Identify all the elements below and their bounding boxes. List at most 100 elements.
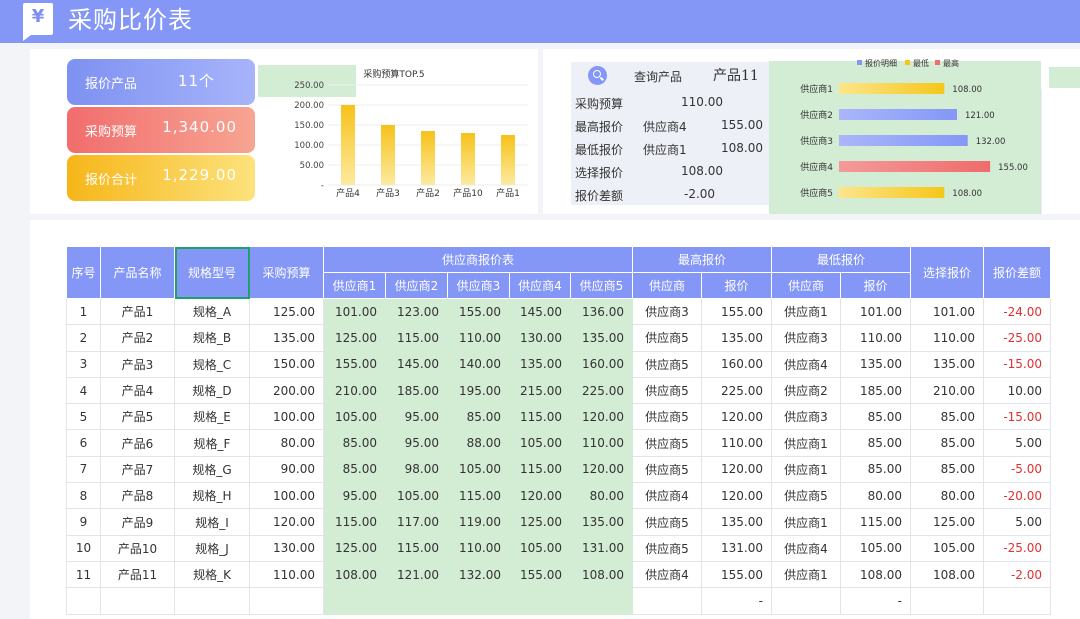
table-cell[interactable] bbox=[249, 587, 324, 615]
table-cell[interactable]: 125.00 bbox=[323, 534, 386, 562]
table-cell[interactable]: 供应商5 bbox=[632, 455, 702, 484]
table-cell[interactable]: 108.00 bbox=[323, 560, 386, 589]
table-cell[interactable]: 供应商2 bbox=[771, 376, 841, 405]
table-cell[interactable]: 规格_E bbox=[174, 403, 250, 431]
table-cell[interactable]: 115.00 bbox=[447, 482, 510, 510]
table-cell[interactable]: 110.00 bbox=[701, 429, 772, 457]
table-cell[interactable]: 供应商3 bbox=[771, 403, 841, 431]
table-cell[interactable]: 规格_B bbox=[174, 324, 250, 352]
table-cell[interactable]: 140.00 bbox=[447, 350, 510, 378]
table-cell[interactable]: 105.00 bbox=[840, 534, 911, 562]
table-cell[interactable]: 10.00 bbox=[983, 376, 1051, 405]
table-cell[interactable]: -25.00 bbox=[983, 534, 1051, 562]
header-min-supplier[interactable]: 供应商 bbox=[771, 272, 841, 299]
table-cell[interactable]: 150.00 bbox=[249, 350, 324, 378]
bar[interactable] bbox=[839, 109, 957, 120]
table-cell[interactable]: 供应商5 bbox=[632, 350, 702, 378]
bar[interactable] bbox=[839, 83, 945, 94]
table-cell[interactable]: 5 bbox=[66, 403, 101, 431]
table-cell[interactable]: 1 bbox=[66, 297, 101, 326]
table-cell[interactable]: 160.00 bbox=[570, 350, 633, 378]
table-cell[interactable]: 155.00 bbox=[701, 560, 772, 589]
table-cell[interactable]: 105.00 bbox=[910, 534, 984, 562]
table-cell[interactable]: 80.00 bbox=[910, 482, 984, 510]
table-cell[interactable]: 105.00 bbox=[323, 403, 386, 431]
table-cell[interactable]: 9 bbox=[66, 508, 101, 536]
table-cell[interactable]: 110.00 bbox=[840, 324, 911, 352]
table-cell[interactable]: 101.00 bbox=[910, 297, 984, 326]
table-cell[interactable]: 135.00 bbox=[910, 350, 984, 378]
table-cell[interactable]: 131.00 bbox=[570, 534, 633, 562]
table-cell[interactable]: 95.00 bbox=[385, 429, 448, 457]
table-cell[interactable]: - bbox=[840, 587, 911, 615]
table-cell[interactable]: 110.00 bbox=[570, 429, 633, 457]
table-cell[interactable]: -15.00 bbox=[983, 350, 1051, 378]
table-cell[interactable]: 125.00 bbox=[910, 508, 984, 536]
header-supplier[interactable]: 供应商3 bbox=[447, 272, 510, 299]
table-cell[interactable]: 85.00 bbox=[910, 455, 984, 484]
table-cell[interactable]: 101.00 bbox=[323, 297, 386, 326]
table-cell[interactable]: 125.00 bbox=[249, 297, 324, 326]
table-cell[interactable]: 100.00 bbox=[249, 482, 324, 510]
table-cell[interactable]: 10 bbox=[66, 534, 101, 562]
table-cell[interactable]: 115.00 bbox=[323, 508, 386, 536]
table-cell[interactable]: 供应商3 bbox=[771, 324, 841, 352]
table-cell[interactable]: 121.00 bbox=[385, 560, 448, 589]
table-cell[interactable]: 85.00 bbox=[910, 403, 984, 431]
table-cell[interactable]: 108.00 bbox=[840, 560, 911, 589]
header-select[interactable]: 选择报价 bbox=[910, 246, 984, 299]
header-max-price[interactable]: 报价 bbox=[701, 272, 772, 299]
table-cell[interactable]: 85.00 bbox=[840, 403, 911, 431]
table-cell[interactable] bbox=[385, 587, 448, 615]
table-cell[interactable]: 规格_I bbox=[174, 508, 250, 536]
legend-label[interactable]: 最高 bbox=[943, 58, 959, 68]
table-cell[interactable]: 110.00 bbox=[447, 324, 510, 352]
table-cell[interactable]: 210.00 bbox=[323, 376, 386, 405]
table-cell[interactable]: 120.00 bbox=[701, 403, 772, 431]
table-cell[interactable]: 225.00 bbox=[570, 376, 633, 405]
table-cell[interactable]: 135.00 bbox=[570, 324, 633, 352]
query-product-select[interactable]: 产品11 bbox=[713, 65, 759, 85]
table-cell[interactable]: 120.00 bbox=[701, 455, 772, 484]
table-cell[interactable]: 95.00 bbox=[385, 403, 448, 431]
bar[interactable] bbox=[839, 161, 991, 172]
table-cell[interactable]: 规格_A bbox=[174, 297, 250, 326]
table-cell[interactable] bbox=[66, 587, 101, 615]
search-icon[interactable] bbox=[588, 66, 607, 85]
table-cell[interactable]: 供应商5 bbox=[632, 403, 702, 431]
table-cell[interactable]: 120.00 bbox=[249, 508, 324, 536]
table-cell[interactable]: 120.00 bbox=[701, 482, 772, 510]
table-cell[interactable]: 120.00 bbox=[509, 482, 571, 510]
table-cell[interactable]: 135.00 bbox=[249, 324, 324, 352]
header-diff[interactable]: 报价差额 bbox=[983, 246, 1051, 299]
table-cell[interactable] bbox=[632, 587, 702, 615]
table-cell[interactable]: 155.00 bbox=[447, 297, 510, 326]
table-cell[interactable]: 100.00 bbox=[249, 403, 324, 431]
table-cell[interactable]: 供应商5 bbox=[632, 376, 702, 405]
table-cell[interactable]: 6 bbox=[66, 429, 101, 457]
table-cell[interactable]: 123.00 bbox=[385, 297, 448, 326]
table-cell[interactable] bbox=[174, 587, 250, 615]
table-cell[interactable]: 产品5 bbox=[100, 403, 175, 431]
header-max-supplier[interactable]: 供应商 bbox=[632, 272, 702, 299]
table-cell[interactable]: 135.00 bbox=[840, 350, 911, 378]
header-max[interactable]: 最高报价 bbox=[632, 246, 772, 273]
table-cell[interactable]: 108.00 bbox=[910, 560, 984, 589]
header-min[interactable]: 最低报价 bbox=[771, 246, 911, 273]
table-cell[interactable]: 规格_J bbox=[174, 534, 250, 562]
table-cell[interactable]: 供应商1 bbox=[771, 297, 841, 326]
bar[interactable] bbox=[461, 133, 475, 185]
table-cell[interactable]: 产品3 bbox=[100, 350, 175, 378]
table-cell[interactable]: -2.00 bbox=[983, 560, 1051, 589]
table-cell[interactable]: 155.00 bbox=[323, 350, 386, 378]
table-cell[interactable]: 8 bbox=[66, 482, 101, 510]
table-cell[interactable]: 规格_K bbox=[174, 560, 250, 589]
table-cell[interactable]: 85.00 bbox=[447, 403, 510, 431]
bar[interactable] bbox=[839, 187, 945, 198]
table-cell[interactable]: 200.00 bbox=[249, 376, 324, 405]
table-cell[interactable]: 135.00 bbox=[701, 508, 772, 536]
table-cell[interactable]: 155.00 bbox=[701, 297, 772, 326]
table-cell[interactable]: 185.00 bbox=[385, 376, 448, 405]
header-spec[interactable]: 规格型号 bbox=[174, 246, 250, 299]
table-cell[interactable]: 产品6 bbox=[100, 429, 175, 457]
